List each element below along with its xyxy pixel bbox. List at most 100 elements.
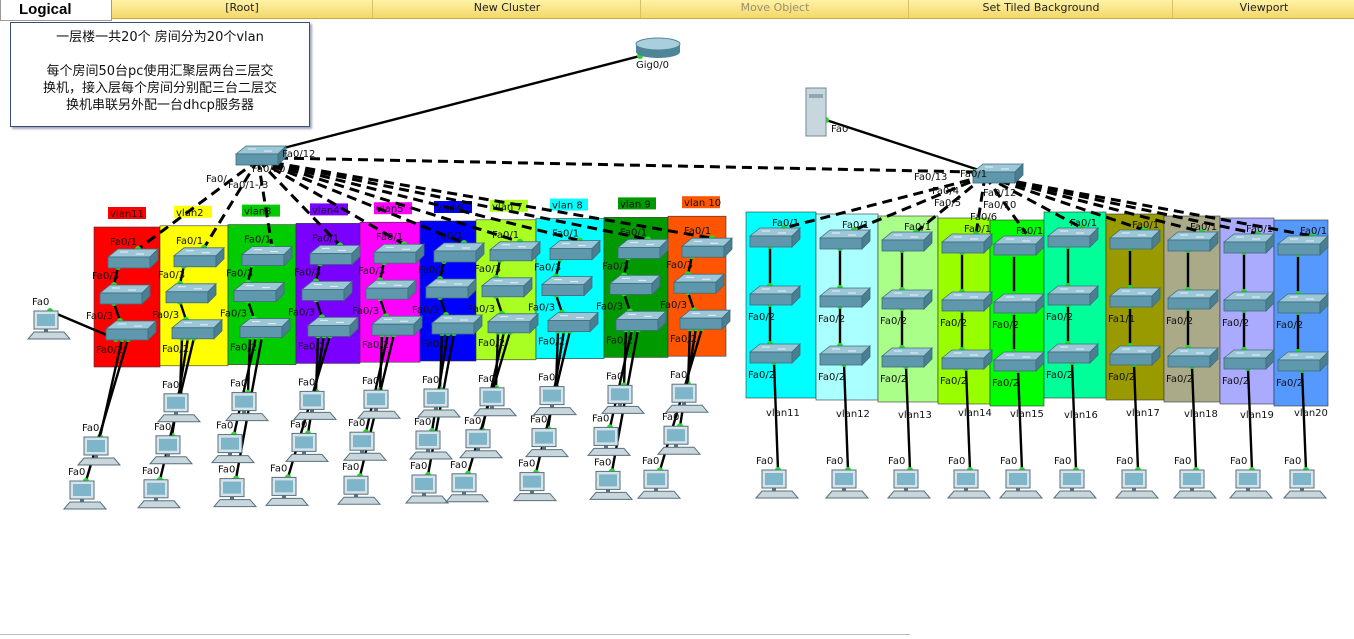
pc-icon[interactable] — [524, 428, 570, 458]
pc-icon[interactable] — [946, 469, 992, 499]
switch-icon[interactable] — [234, 145, 287, 166]
switch-icon[interactable] — [940, 349, 993, 370]
server-icon[interactable] — [805, 87, 827, 137]
pc-icon[interactable] — [656, 425, 702, 455]
pc-icon[interactable] — [292, 390, 338, 420]
pc-icon[interactable] — [754, 469, 800, 499]
pc-icon[interactable] — [224, 392, 270, 422]
switch-icon[interactable] — [106, 248, 159, 269]
note-box[interactable]: 一层楼一共20个 房间分为20个vlan 每个房间50台pc使用汇聚层两台三层交… — [10, 22, 310, 127]
pc-icon[interactable] — [342, 431, 388, 461]
switch-icon[interactable] — [1108, 229, 1161, 250]
switch-icon[interactable] — [818, 229, 871, 250]
move-object-button[interactable]: Move Object — [642, 0, 909, 18]
switch-icon[interactable] — [992, 293, 1045, 314]
switch-icon[interactable] — [672, 273, 725, 295]
switch-icon[interactable] — [424, 278, 477, 299]
switch-icon[interactable] — [680, 237, 733, 259]
pc-icon[interactable] — [1052, 469, 1098, 499]
switch-icon[interactable] — [1108, 345, 1161, 366]
pc-icon[interactable] — [62, 480, 108, 510]
pc-icon[interactable] — [472, 387, 518, 417]
pc-icon[interactable] — [76, 436, 122, 466]
pc-icon[interactable] — [284, 432, 330, 462]
switch-icon[interactable] — [1276, 235, 1329, 256]
switch-icon[interactable] — [748, 343, 801, 364]
pc-icon[interactable] — [1282, 469, 1328, 499]
switch-icon[interactable] — [748, 227, 801, 248]
switch-icon[interactable] — [480, 276, 533, 298]
switch-icon[interactable] — [616, 238, 669, 260]
root-button[interactable]: [Root] — [112, 0, 373, 18]
switch-icon[interactable] — [1166, 347, 1219, 368]
pc-icon[interactable] — [264, 476, 310, 506]
switch-icon[interactable] — [1046, 343, 1099, 364]
switch-icon[interactable] — [548, 239, 601, 261]
pc-icon[interactable] — [600, 384, 646, 414]
pc-icon[interactable] — [532, 386, 578, 416]
pc-icon[interactable] — [408, 430, 454, 460]
pc-icon[interactable] — [136, 479, 182, 509]
switch-icon[interactable] — [238, 317, 291, 339]
pc-icon[interactable] — [26, 310, 72, 340]
switch-icon[interactable] — [992, 351, 1045, 372]
switch-icon[interactable] — [1222, 291, 1275, 312]
switch-icon[interactable] — [1108, 287, 1161, 308]
switch-icon[interactable] — [614, 310, 667, 332]
pc-icon[interactable] — [404, 474, 450, 504]
switch-icon[interactable] — [1166, 231, 1219, 252]
switch-icon[interactable] — [306, 316, 359, 338]
switch-icon[interactable] — [818, 287, 871, 308]
pc-icon[interactable] — [636, 469, 682, 499]
switch-icon[interactable] — [170, 318, 223, 340]
pc-icon[interactable] — [1172, 469, 1218, 499]
switch-icon[interactable] — [364, 279, 417, 301]
pc-icon[interactable] — [512, 472, 558, 502]
set-tiled-background-button[interactable]: Set Tiled Background — [910, 0, 1173, 18]
new-cluster-button[interactable]: New Cluster — [374, 0, 641, 18]
switch-icon[interactable] — [818, 345, 871, 366]
switch-icon[interactable] — [1276, 293, 1329, 314]
switch-icon[interactable] — [370, 315, 423, 337]
switch-icon[interactable] — [940, 291, 993, 312]
pc-icon[interactable] — [156, 393, 202, 423]
pc-icon[interactable] — [664, 383, 710, 413]
switch-icon[interactable] — [1166, 289, 1219, 310]
pc-icon[interactable] — [998, 469, 1044, 499]
switch-icon[interactable] — [748, 285, 801, 306]
switch-icon[interactable] — [1046, 285, 1099, 306]
switch-icon[interactable] — [300, 280, 353, 302]
switch-icon[interactable] — [98, 284, 151, 305]
switch-icon[interactable] — [1276, 351, 1329, 372]
router-icon[interactable] — [635, 37, 681, 58]
pc-icon[interactable] — [1228, 469, 1274, 499]
switch-icon[interactable] — [372, 243, 425, 265]
switch-icon[interactable] — [430, 314, 483, 335]
switch-icon[interactable] — [432, 242, 485, 263]
switch-icon[interactable] — [488, 240, 541, 262]
switch-icon[interactable] — [1222, 349, 1275, 370]
switch-icon[interactable] — [486, 312, 539, 334]
switch-icon[interactable] — [880, 347, 933, 368]
pc-icon[interactable] — [886, 469, 932, 499]
pc-icon[interactable] — [458, 429, 504, 459]
pc-icon[interactable] — [416, 388, 462, 418]
pc-icon[interactable] — [1114, 469, 1160, 499]
logical-tab[interactable]: Logical — [0, 0, 112, 21]
pc-icon[interactable] — [356, 389, 402, 419]
switch-icon[interactable] — [240, 245, 293, 267]
pc-icon[interactable] — [148, 435, 194, 465]
viewport-button[interactable]: Viewport — [1174, 0, 1354, 18]
switch-icon[interactable] — [540, 275, 593, 297]
switch-icon[interactable] — [164, 282, 217, 304]
switch-icon[interactable] — [678, 309, 731, 331]
switch-icon[interactable] — [172, 246, 225, 268]
switch-icon[interactable] — [1046, 227, 1099, 248]
switch-icon[interactable] — [308, 244, 361, 266]
switch-icon[interactable] — [880, 289, 933, 310]
pc-icon[interactable] — [824, 469, 870, 499]
switch-icon[interactable] — [104, 320, 157, 341]
switch-icon[interactable] — [232, 281, 285, 303]
switch-icon[interactable] — [940, 233, 993, 254]
pc-icon[interactable] — [336, 475, 382, 505]
